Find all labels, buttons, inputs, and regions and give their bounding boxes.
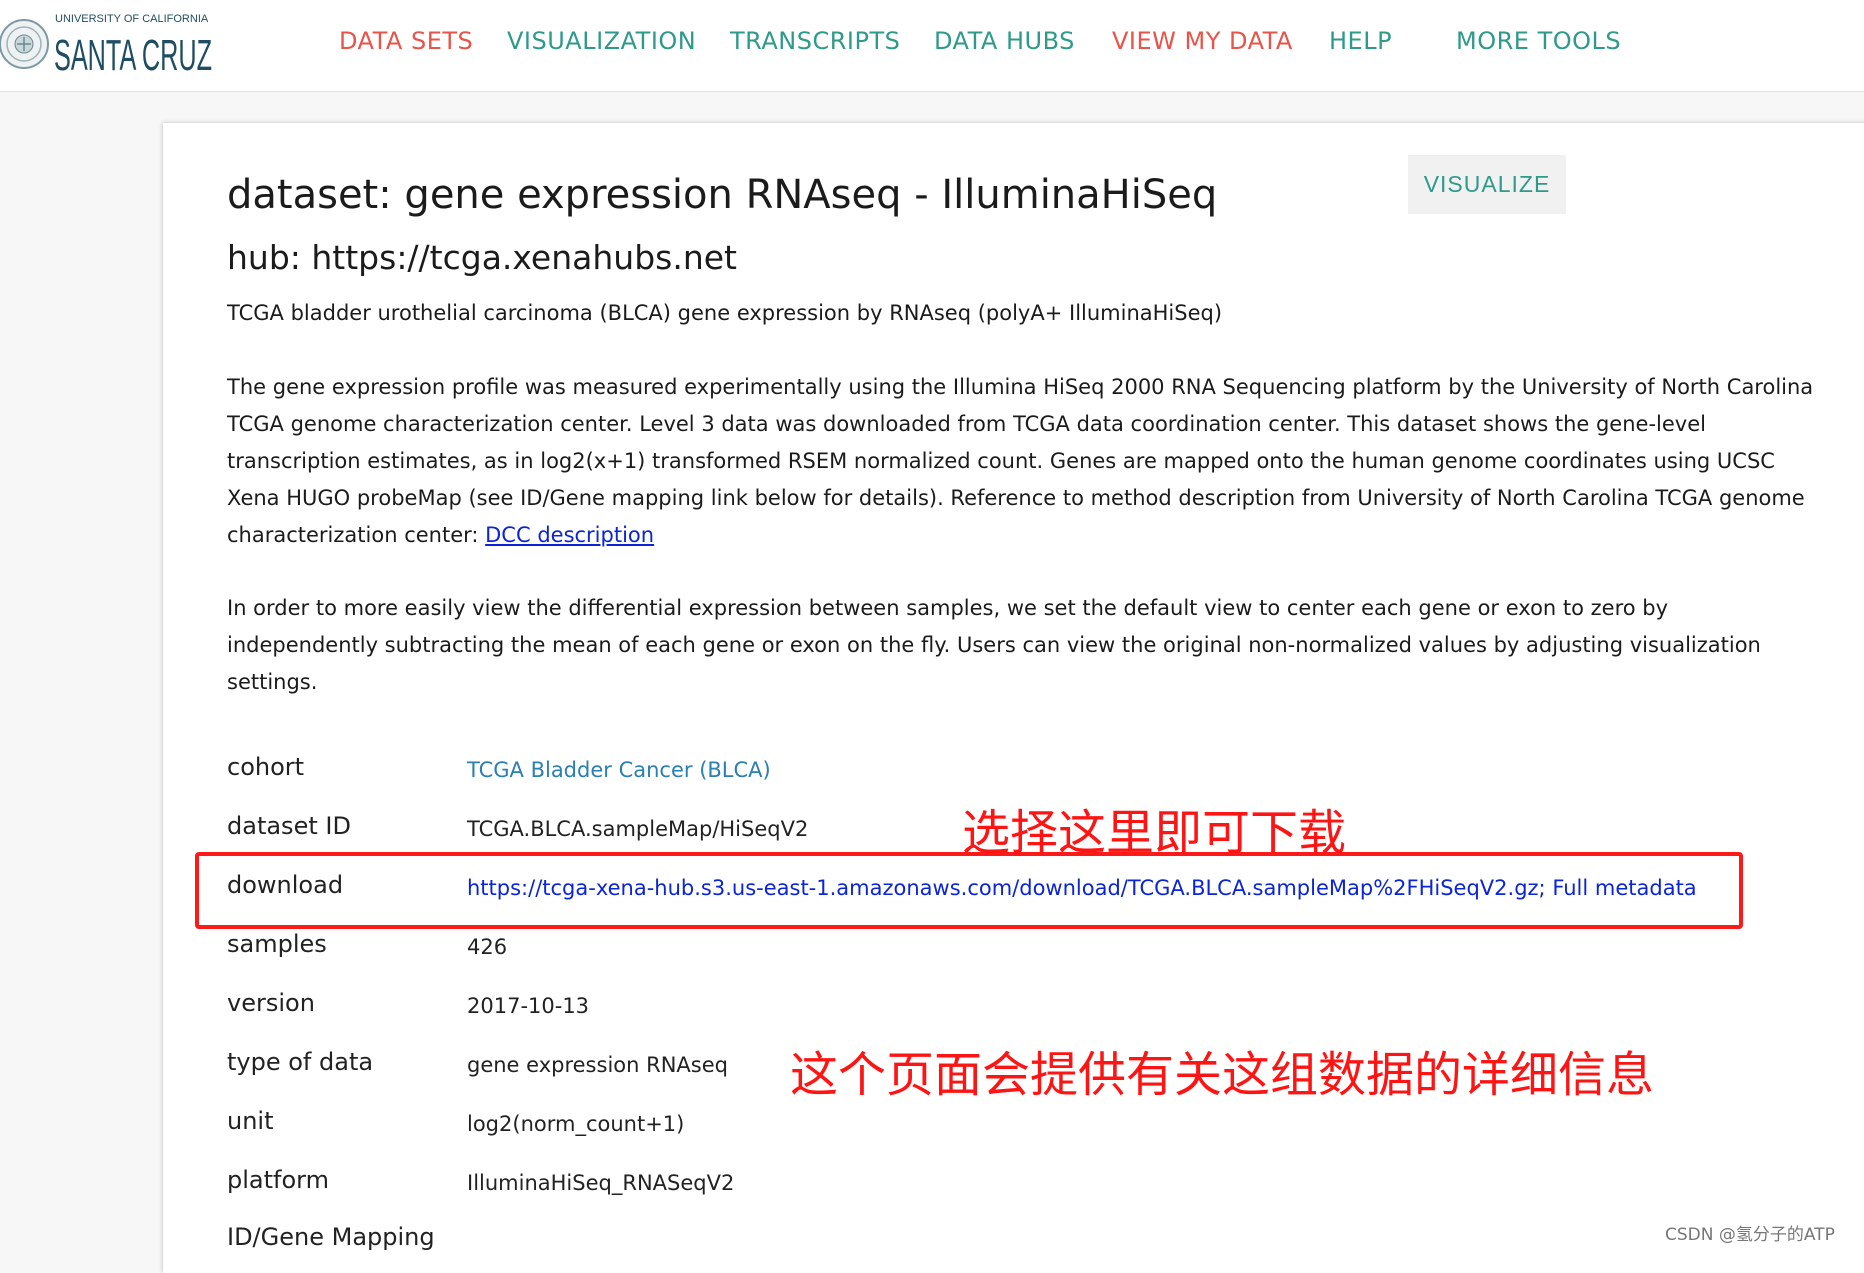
hub-url: hub: https://tcga.xenahubs.net xyxy=(227,238,737,277)
long-description-text: The gene expression profile was measured… xyxy=(227,375,1814,547)
ucsc-logo[interactable]: UNIVERSITY OF CALIFORNIA SANTA CRUZ xyxy=(0,8,215,78)
normalization-note: In order to more easily view the differe… xyxy=(227,596,1761,694)
svg-text:SANTA CRUZ: SANTA CRUZ xyxy=(54,31,212,78)
type-of-data-value: gene expression RNAseq xyxy=(467,1053,728,1077)
long-description: The gene expression profile was measured… xyxy=(227,369,1817,554)
nav-data-sets[interactable]: DATA SETS xyxy=(339,27,473,55)
seal-icon xyxy=(0,19,49,69)
type-of-data-label: type of data xyxy=(227,1048,374,1076)
nav-help[interactable]: HELP xyxy=(1329,27,1392,55)
visualize-button[interactable]: VISUALIZE xyxy=(1408,155,1566,214)
unit-label: unit xyxy=(227,1107,274,1135)
cohort-link[interactable]: TCGA Bladder Cancer (BLCA) xyxy=(467,758,771,782)
id-gene-mapping-label: ID/Gene Mapping xyxy=(227,1223,435,1251)
top-navbar: UNIVERSITY OF CALIFORNIA SANTA CRUZ DATA… xyxy=(0,0,1864,92)
short-description: TCGA bladder urothelial carcinoma (BLCA)… xyxy=(227,301,1223,325)
page-title: dataset: gene expression RNAseq - Illumi… xyxy=(227,172,1218,218)
csdn-watermark: CSDN @氢分子的ATP xyxy=(1665,1225,1835,1245)
cohort-label: cohort xyxy=(227,753,305,781)
nav-data-hubs[interactable]: DATA HUBS xyxy=(934,27,1075,55)
platform-value: IlluminaHiSeq_RNASeqV2 xyxy=(467,1171,735,1195)
nav-view-my-data[interactable]: VIEW MY DATA xyxy=(1112,27,1293,55)
page-hint-annotation: 这个页面会提供有关这组数据的详细信息 xyxy=(790,1047,1655,1103)
nav-more-tools[interactable]: MORE TOOLS xyxy=(1456,27,1621,55)
dcc-description-link[interactable]: DCC description xyxy=(485,523,654,547)
nav-transcripts[interactable]: TRANSCRIPTS xyxy=(730,27,900,55)
version-value: 2017-10-13 xyxy=(467,994,590,1018)
dataset-id-value: TCGA.BLCA.sampleMap/HiSeqV2 xyxy=(467,817,809,841)
download-hint-annotation: 选择这里即可下载 xyxy=(962,805,1347,861)
download-highlight-box xyxy=(195,852,1743,929)
samples-label: samples xyxy=(227,930,327,958)
version-label: version xyxy=(227,989,315,1017)
platform-label: platform xyxy=(227,1166,329,1194)
samples-value: 426 xyxy=(467,935,508,959)
nav-visualization[interactable]: VISUALIZATION xyxy=(507,27,696,55)
dataset-id-label: dataset ID xyxy=(227,812,351,840)
svg-text:UNIVERSITY OF CALIFORNIA: UNIVERSITY OF CALIFORNIA xyxy=(55,13,209,25)
unit-value: log2(norm_count+1) xyxy=(467,1112,685,1136)
